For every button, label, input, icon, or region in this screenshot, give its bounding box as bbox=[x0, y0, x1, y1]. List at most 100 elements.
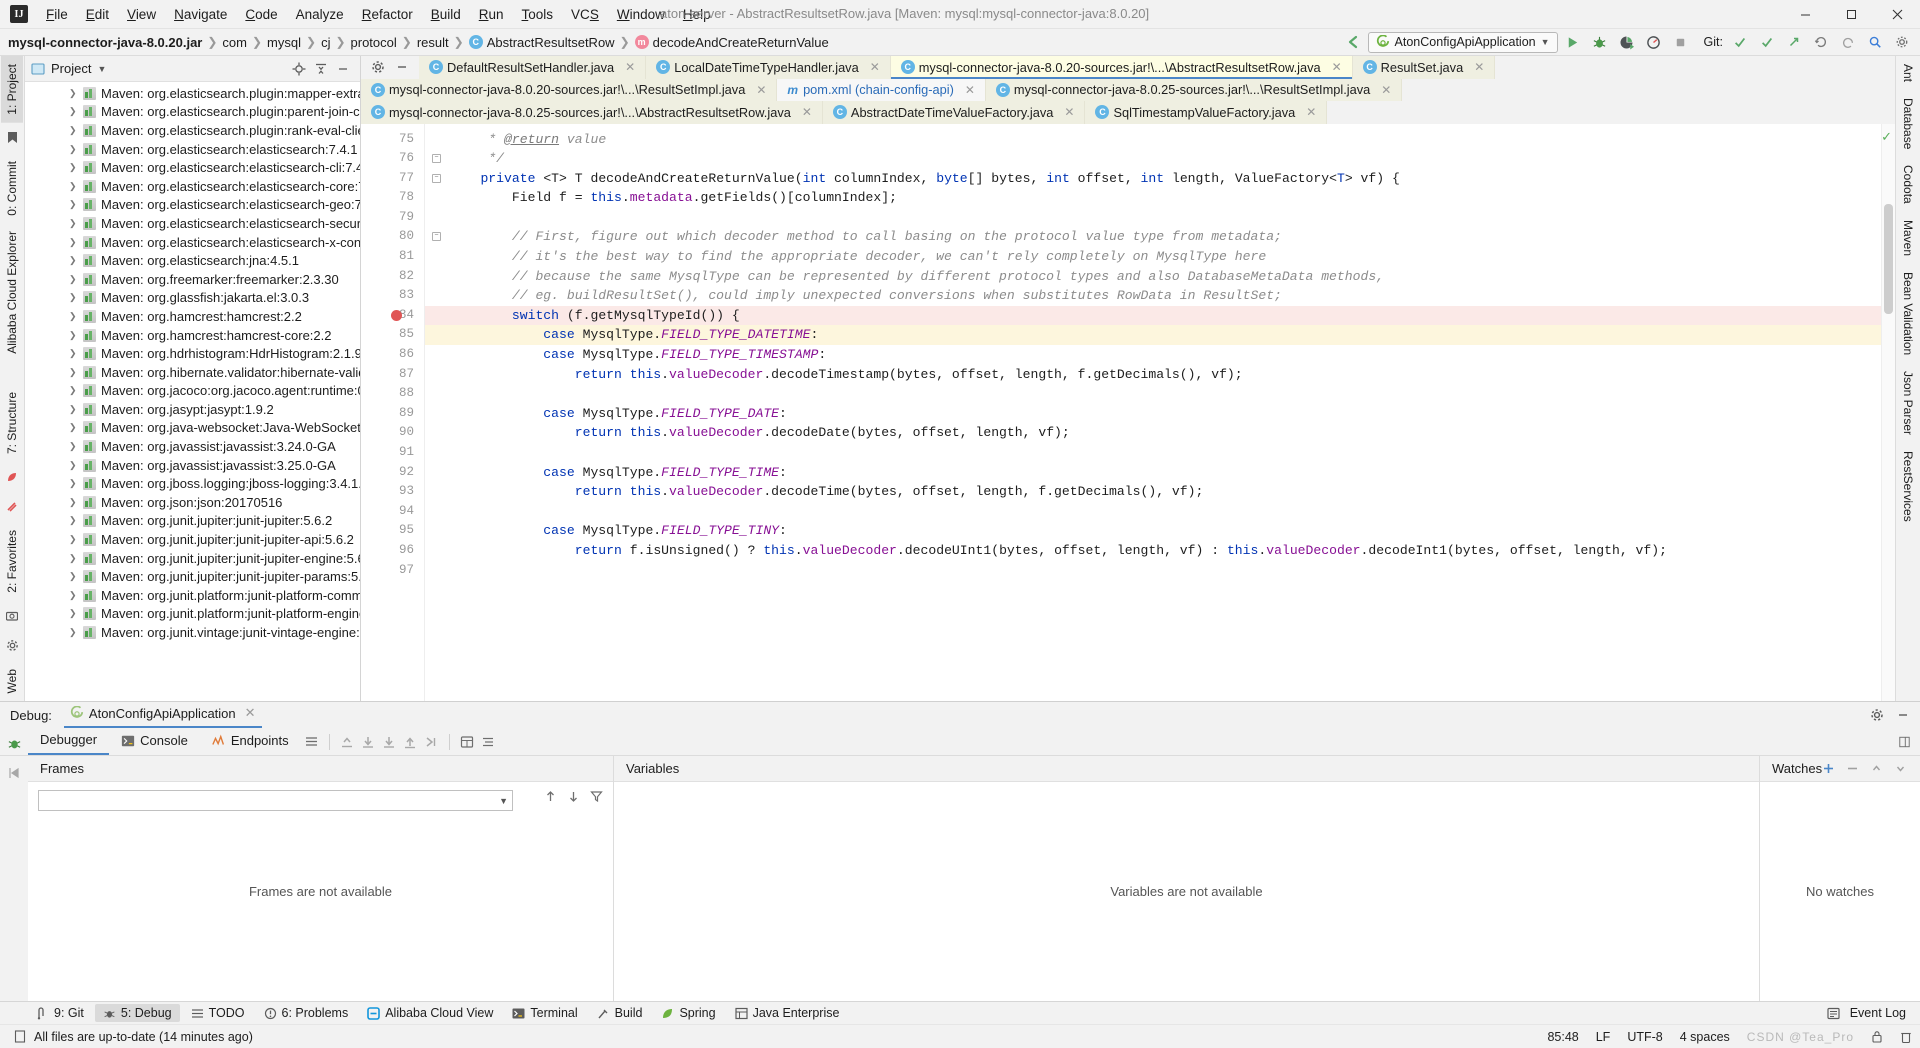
hide-icon[interactable] bbox=[1896, 708, 1910, 722]
tree-node[interactable]: ❯ Maven: org.elasticsearch:elasticsearch:… bbox=[25, 140, 360, 159]
breadcrumb-method[interactable]: m decodeAndCreateReturnValue bbox=[634, 35, 829, 50]
maximize-button[interactable] bbox=[1828, 0, 1874, 29]
settings-list-icon[interactable] bbox=[478, 731, 499, 752]
code-line[interactable]: * @return value bbox=[425, 130, 1881, 150]
step-into-icon[interactable] bbox=[379, 731, 400, 752]
hide-panel-icon[interactable] bbox=[336, 62, 350, 76]
tree-node[interactable]: ❯ Maven: org.elasticsearch:jna:4.5.1 bbox=[25, 251, 360, 270]
tree-node[interactable]: ❯ Maven: org.elasticsearch:elasticsearch-… bbox=[25, 214, 360, 233]
sidebar-item-alibaba-cloud-explorer[interactable]: Alibaba Cloud Explorer bbox=[1, 223, 23, 362]
add-watch-icon[interactable] bbox=[1822, 762, 1835, 775]
watch-down-icon[interactable] bbox=[1894, 762, 1907, 775]
expand-arrow-icon[interactable]: ❯ bbox=[69, 608, 80, 619]
lock-icon[interactable] bbox=[1871, 1030, 1883, 1043]
code-line[interactable]: // eg. buildResultSet(), could imply une… bbox=[425, 286, 1881, 306]
tree-node[interactable]: ❯ Maven: org.jasypt:jasypt:1.9.2 bbox=[25, 400, 360, 419]
expand-arrow-icon[interactable]: ❯ bbox=[69, 199, 80, 210]
tree-node[interactable]: ❯ Maven: org.junit.platform:junit-platfor… bbox=[25, 586, 360, 605]
code-line[interactable] bbox=[425, 502, 1881, 522]
toolwindow-build[interactable]: Build bbox=[589, 1004, 651, 1022]
menu-navigate[interactable]: Navigate bbox=[165, 4, 236, 25]
debug-session-tab[interactable]: AtonConfigApiApplication ✕ bbox=[63, 702, 262, 728]
filter-icon[interactable] bbox=[590, 790, 603, 803]
tree-node[interactable]: ❯ Maven: org.elasticsearch:elasticsearch-… bbox=[25, 196, 360, 215]
expand-arrow-icon[interactable]: ❯ bbox=[69, 106, 80, 117]
resume-program-icon[interactable] bbox=[7, 766, 21, 780]
menu-refactor[interactable]: Refactor bbox=[353, 4, 422, 25]
breadcrumb-protocol[interactable]: protocol bbox=[351, 35, 397, 50]
menu-edit[interactable]: Edit bbox=[77, 4, 118, 25]
run-to-cursor-icon[interactable] bbox=[421, 731, 442, 752]
editor-tab[interactable]: C AbstractDateTimeValueFactory.java ✕ bbox=[822, 101, 1086, 124]
editor-tab[interactable]: Cmysql-connector-java-8.0.20-sources.jar… bbox=[361, 78, 778, 101]
menu-tools[interactable]: Tools bbox=[513, 4, 563, 25]
sidebar-item-favorites[interactable]: 2: Favorites bbox=[1, 522, 23, 601]
sidebar-item-project[interactable]: 1: Project bbox=[1, 56, 23, 123]
toolwindow-java-enterprise[interactable]: Java Enterprise bbox=[727, 1004, 848, 1022]
code-line[interactable]: private <T> T decodeAndCreateReturnValue… bbox=[425, 169, 1881, 189]
code-line[interactable]: case MysqlType.FIELD_TYPE_TIME: bbox=[425, 463, 1881, 483]
code-line[interactable]: switch (f.getMysqlTypeId()) { bbox=[425, 305, 1881, 326]
event-log-button[interactable]: Event Log bbox=[1846, 1004, 1910, 1022]
back-arrow-icon[interactable] bbox=[1341, 31, 1365, 53]
expand-arrow-icon[interactable]: ❯ bbox=[69, 144, 80, 155]
code-line[interactable] bbox=[425, 208, 1881, 228]
sidebar-item-maven[interactable]: Maven bbox=[1897, 212, 1919, 264]
run-icon[interactable] bbox=[1561, 31, 1585, 53]
expand-arrow-icon[interactable]: ❯ bbox=[69, 534, 80, 545]
expand-arrow-icon[interactable]: ❯ bbox=[69, 255, 80, 266]
menu-run[interactable]: Run bbox=[470, 4, 513, 25]
camera-icon[interactable] bbox=[1, 605, 23, 627]
code-line[interactable]: return f.isUnsigned() ? this.valueDecode… bbox=[425, 541, 1881, 561]
editor-tab[interactable]: m pom.xml (chain-config-api) ✕ bbox=[777, 78, 986, 101]
menu-code[interactable]: Code bbox=[236, 4, 286, 25]
sidebar-item-json-parser[interactable]: Json Parser bbox=[1897, 363, 1919, 443]
editor-tab[interactable]: C DefaultResultSetHandler.java ✕ bbox=[419, 56, 647, 79]
editor-scrollbar-thumb[interactable] bbox=[1884, 203, 1893, 314]
code-line[interactable] bbox=[425, 384, 1881, 404]
editor-tab[interactable]: Cmysql-connector-java-8.0.25-sources.jar… bbox=[361, 101, 823, 124]
stop-icon[interactable] bbox=[1669, 31, 1693, 53]
tree-node[interactable]: ❯ Maven: org.jacoco:org.jacoco.agent:runt… bbox=[25, 382, 360, 401]
breadcrumb-result[interactable]: result bbox=[417, 35, 449, 50]
code-line[interactable]: return this.valueDecoder.decodeDate(byte… bbox=[425, 423, 1881, 443]
code-line[interactable]: Field f = this.metadata.getFields()[colu… bbox=[425, 188, 1881, 208]
menu-analyze[interactable]: Analyze bbox=[287, 4, 353, 25]
breadcrumb-com[interactable]: com bbox=[222, 35, 247, 50]
code-line[interactable]: */ bbox=[425, 149, 1881, 169]
frame-down-icon[interactable] bbox=[567, 790, 580, 803]
sidebar-item-codota[interactable]: Codota bbox=[1897, 157, 1919, 212]
expand-arrow-icon[interactable]: ❯ bbox=[69, 478, 80, 489]
toolwindow-debug[interactable]: 5: Debug bbox=[94, 1004, 180, 1022]
menu-vcs[interactable]: VCS bbox=[562, 4, 608, 25]
expand-arrow-icon[interactable]: ❯ bbox=[69, 571, 80, 582]
tree-node[interactable]: ❯ Maven: org.elasticsearch:elasticsearch-… bbox=[25, 158, 360, 177]
code-line[interactable]: // it's the best way to find the appropr… bbox=[425, 247, 1881, 267]
menu-build[interactable]: Build bbox=[422, 4, 470, 25]
toolwindow-spring[interactable]: Spring bbox=[653, 1004, 723, 1022]
evaluate-expression-icon[interactable] bbox=[457, 731, 478, 752]
debug-icon[interactable] bbox=[7, 736, 22, 751]
menu-view[interactable]: View bbox=[118, 4, 165, 25]
expand-arrow-icon[interactable]: ❯ bbox=[69, 385, 80, 396]
code-line[interactable]: return this.valueDecoder.decodeTimestamp… bbox=[425, 365, 1881, 385]
git-commit-icon[interactable] bbox=[1755, 31, 1779, 53]
code-line[interactable]: case MysqlType.FIELD_TYPE_DATETIME: bbox=[425, 325, 1881, 346]
sidebar-item-web[interactable]: Web bbox=[1, 661, 23, 701]
tree-node[interactable]: ❯ Maven: org.junit.jupiter:junit-jupiter-… bbox=[25, 530, 360, 549]
caret-position[interactable]: 85:48 bbox=[1547, 1030, 1578, 1044]
file-encoding[interactable]: UTF-8 bbox=[1627, 1030, 1662, 1044]
code-editor[interactable]: 75 76−77−78 79 80− 81 82 83 84−85 86 87 88 89 90 91 92… bbox=[361, 123, 1895, 701]
editor-tab[interactable]: Cmysql-connector-java-8.0.20-sources.jar… bbox=[890, 56, 1353, 79]
expand-arrow-icon[interactable]: ❯ bbox=[69, 181, 80, 192]
breadcrumb-jar[interactable]: mysql-connector-java-8.0.20.jar bbox=[8, 35, 202, 50]
editor-tab[interactable]: Cmysql-connector-java-8.0.25-sources.jar… bbox=[985, 78, 1403, 101]
toolwindow-terminal[interactable]: Terminal bbox=[504, 1004, 585, 1022]
toolwindow-todo[interactable]: TODO bbox=[183, 1004, 253, 1022]
frame-up-icon[interactable] bbox=[544, 790, 557, 803]
strike-icon[interactable] bbox=[1, 496, 23, 518]
close-icon[interactable]: ✕ bbox=[245, 705, 256, 721]
bookmark-icon[interactable] bbox=[1, 127, 23, 149]
sidebar-item-database[interactable]: Database bbox=[1897, 90, 1919, 157]
history-icon[interactable] bbox=[1809, 31, 1833, 53]
